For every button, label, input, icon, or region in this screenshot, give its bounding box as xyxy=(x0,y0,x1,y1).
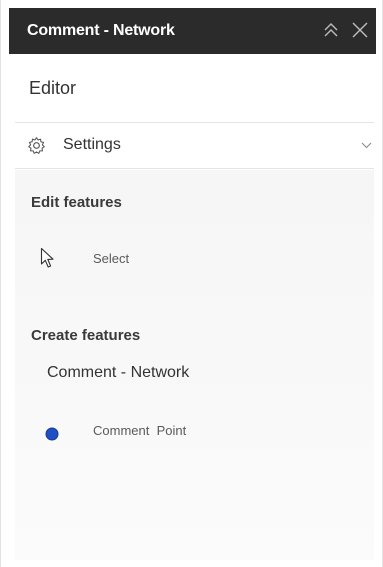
create-features-title: Create features xyxy=(31,327,141,344)
layer-name: Comment - Network xyxy=(47,364,190,381)
gear-icon xyxy=(28,137,45,154)
feature-template-item[interactable]: Comment Point xyxy=(37,416,357,448)
close-icon xyxy=(352,22,368,38)
chevron-down-icon xyxy=(361,142,372,149)
cursor-arrow-icon xyxy=(40,247,54,268)
panel-title: Comment - Network xyxy=(27,22,175,39)
select-label: Select xyxy=(93,251,130,266)
settings-toggle[interactable]: Settings xyxy=(15,124,374,168)
point-symbol-icon xyxy=(45,427,59,441)
collapse-button[interactable] xyxy=(320,19,342,41)
divider xyxy=(15,168,374,169)
edit-features-title: Edit features xyxy=(31,194,122,211)
editor-heading: Editor xyxy=(29,78,77,98)
editor-panel: Comment - Network Editor Settings Edit f… xyxy=(0,0,383,567)
select-tool-button[interactable]: Select xyxy=(29,240,349,276)
close-button[interactable] xyxy=(349,19,371,41)
settings-label: Settings xyxy=(63,136,121,153)
panel-header: Comment - Network xyxy=(9,8,376,54)
double-chevron-up-icon xyxy=(324,23,338,37)
template-label: Comment Point xyxy=(93,423,187,438)
divider xyxy=(15,122,374,123)
